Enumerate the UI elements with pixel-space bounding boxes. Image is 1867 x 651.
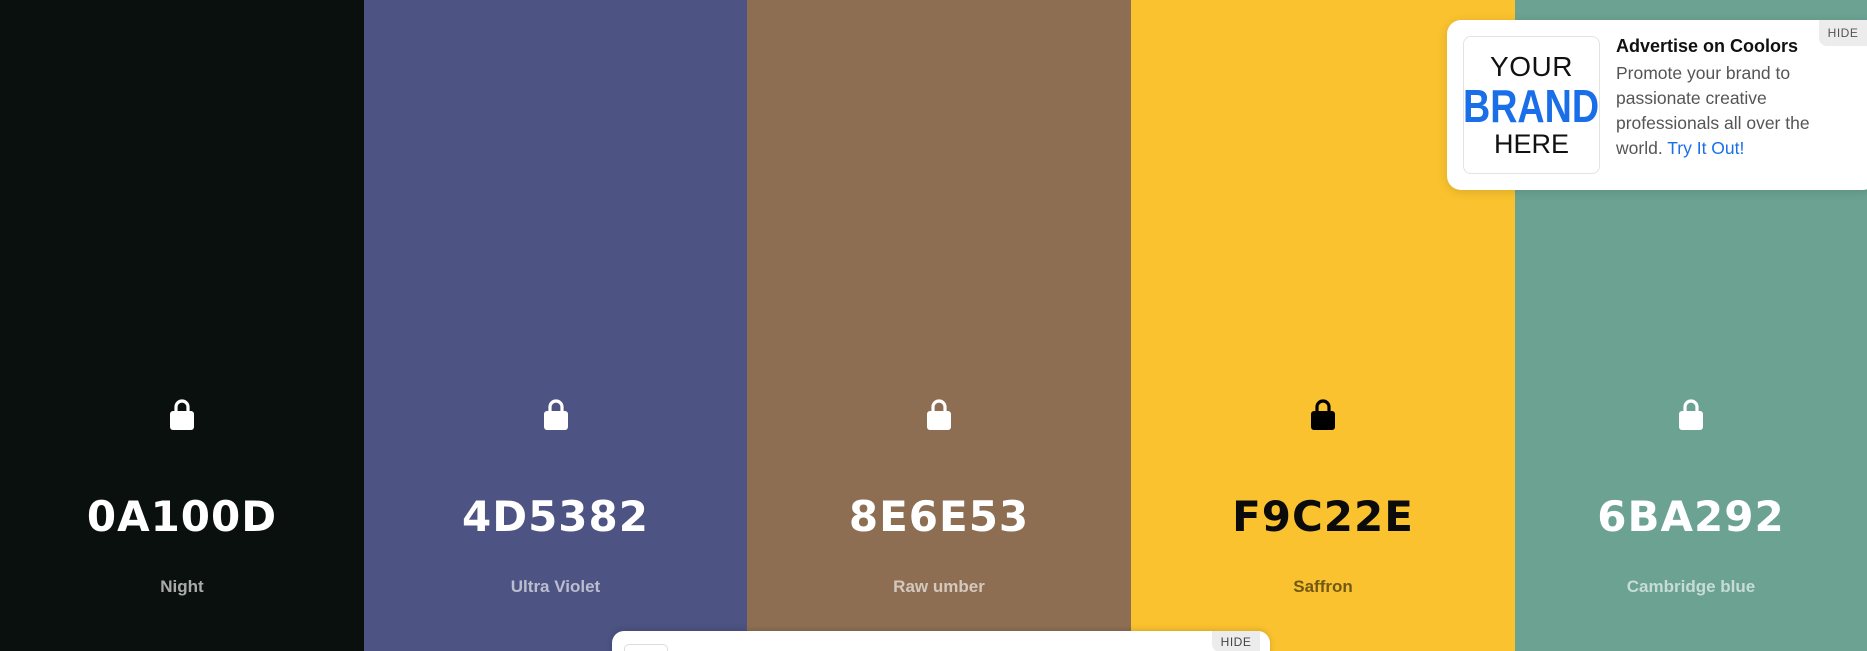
color-swatch-1[interactable]: 0A100D Night [0,0,364,651]
hex-code[interactable]: 8E6E53 [747,492,1131,541]
color-name[interactable]: Cambridge blue [1515,577,1867,597]
hide-ad-button[interactable]: HIDE [1819,20,1867,46]
color-swatch-2[interactable]: 4D5382 Ultra Violet [364,0,747,651]
logo-text-your: YOUR [1490,50,1573,82]
color-name[interactable]: Night [0,577,364,597]
brand-logo[interactable]: YOUR BRAND HERE [1463,36,1600,174]
color-name[interactable]: Ultra Violet [364,577,747,597]
ad-card: YOUR BRAND HERE Advertise on Coolors Pro… [1447,20,1867,190]
bottom-banner: HIDE [612,631,1270,651]
color-swatch-3[interactable]: 8E6E53 Raw umber [747,0,1131,651]
hex-code[interactable]: 6BA292 [1515,492,1867,541]
logo-text-brand: BRAND [1463,79,1600,132]
lock-icon[interactable] [1308,397,1338,431]
try-it-out-link[interactable]: Try It Out! [1667,138,1744,158]
hex-code[interactable]: 0A100D [0,492,364,541]
hex-code[interactable]: 4D5382 [364,492,747,541]
lock-icon[interactable] [167,397,197,431]
lock-icon[interactable] [541,397,571,431]
lock-icon[interactable] [1676,397,1706,431]
color-name[interactable]: Saffron [1131,577,1515,597]
lock-icon[interactable] [924,397,954,431]
ad-title: Advertise on Coolors [1616,36,1799,56]
banner-thumbnail [624,644,668,651]
hex-code[interactable]: F9C22E [1131,492,1515,541]
hide-banner-button[interactable]: HIDE [1212,631,1260,651]
logo-text-here: HERE [1493,128,1569,159]
ad-body: Promote your brand to passionate creativ… [1616,61,1848,161]
color-name[interactable]: Raw umber [747,577,1131,597]
